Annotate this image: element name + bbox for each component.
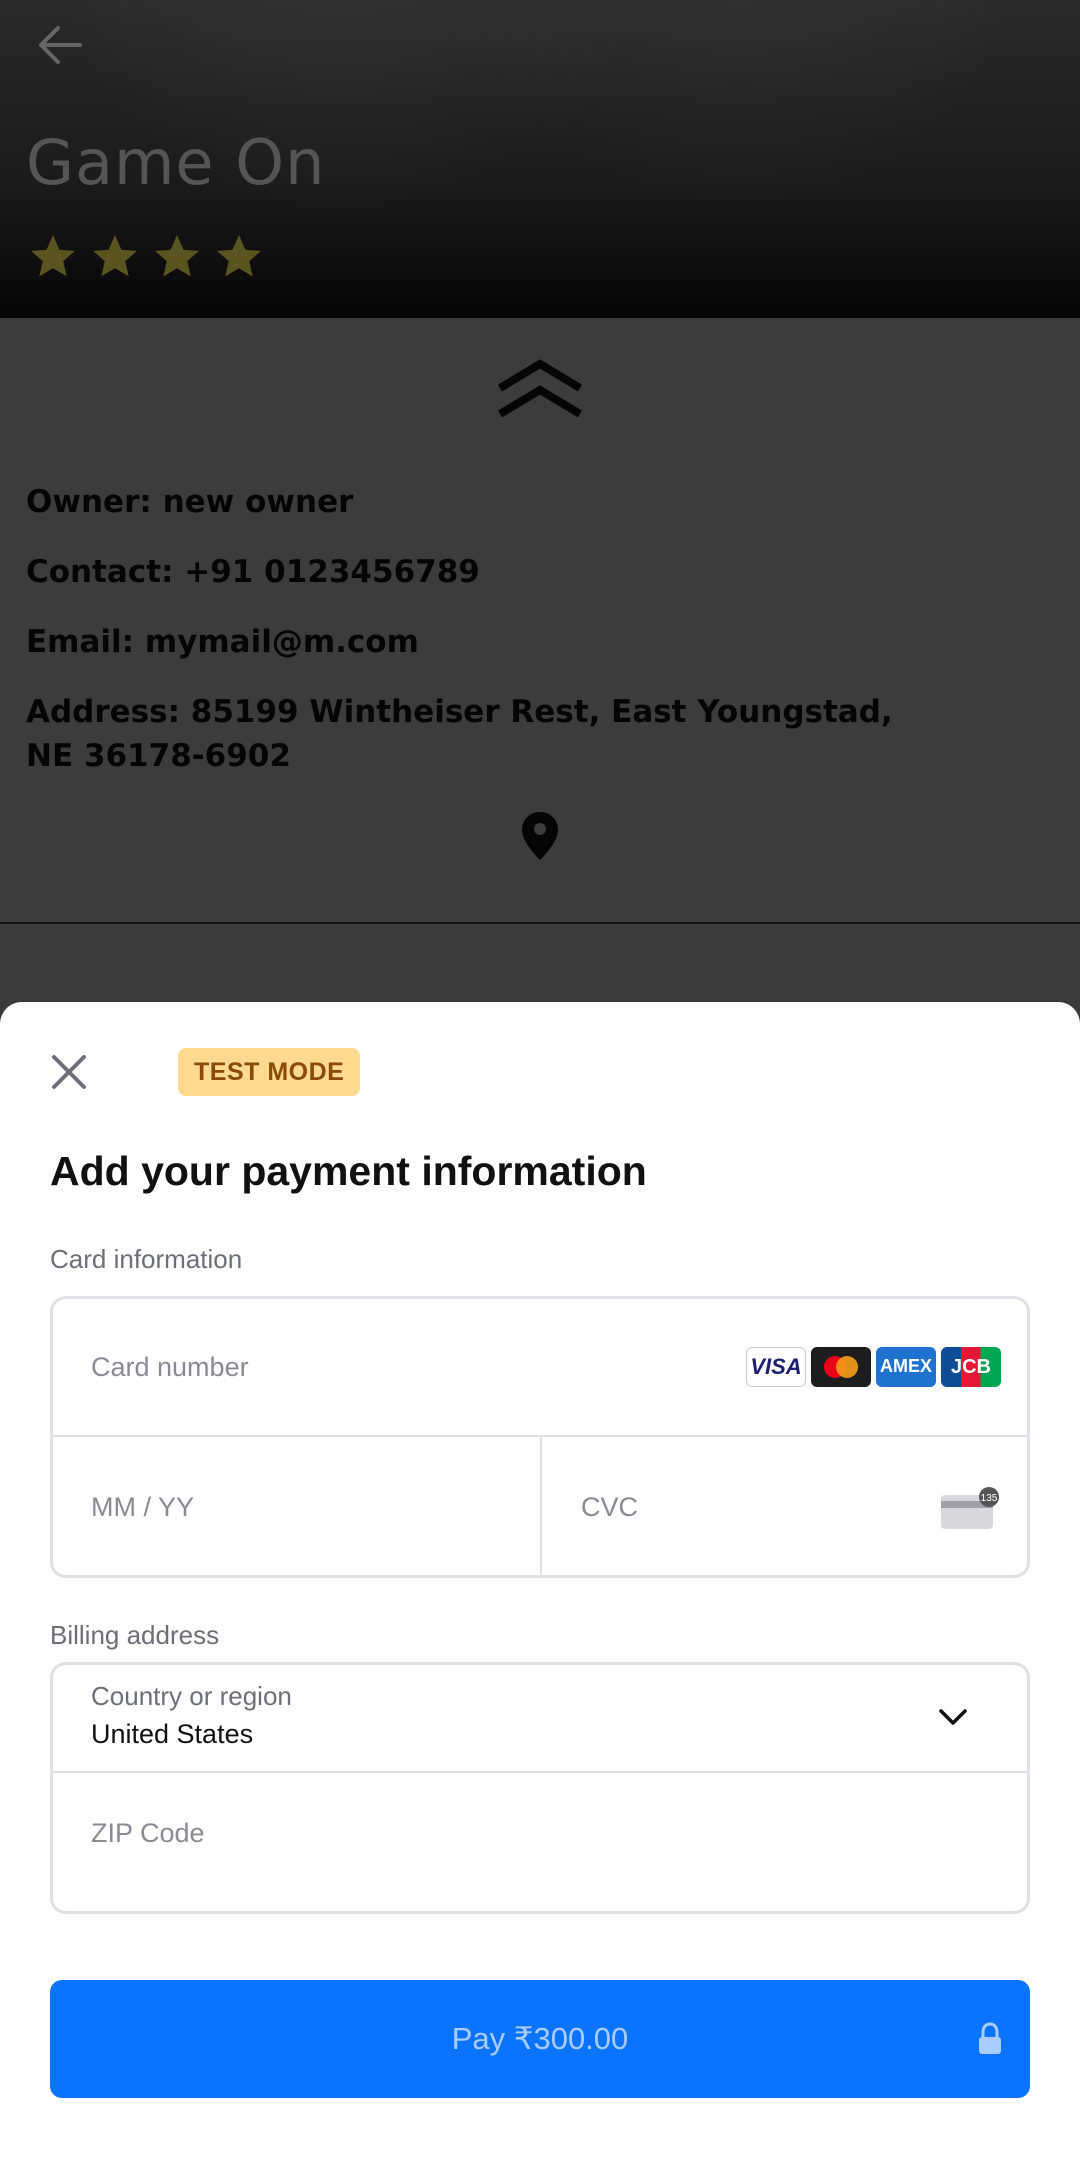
card-number-row: VISA AMEX JCB	[53, 1299, 1027, 1437]
cvc-hint-text: 135	[981, 1493, 998, 1504]
payment-sheet: TEST MODE Add your payment information C…	[0, 1002, 1080, 2176]
sheet-title: Add your payment information	[50, 1148, 647, 1194]
jcb-logo: JCB	[941, 1347, 1001, 1387]
venue-title: Game On	[26, 126, 326, 199]
close-icon[interactable]	[48, 1051, 90, 1093]
card-number-input[interactable]	[91, 1339, 731, 1395]
country-value: United States	[91, 1719, 254, 1749]
venue-details: Owner: new owner Contact: +91 0123456789…	[0, 318, 1080, 923]
lock-icon	[979, 2022, 1001, 2054]
billing-section-label: Billing address	[50, 1620, 220, 1650]
country-select[interactable]: Country or region United States	[53, 1665, 1027, 1773]
expiry-cell	[53, 1437, 542, 1575]
card-expiry-cvc-row: 135	[53, 1437, 1027, 1575]
rating-stars	[28, 232, 264, 282]
chevron-down-icon	[939, 1709, 967, 1725]
hero-header: Game On	[0, 0, 1080, 318]
pay-button[interactable]: Pay ₹300.00	[50, 1980, 1030, 2098]
star-icon	[31, 235, 75, 277]
country-label: Country or region	[91, 1681, 292, 1711]
back-arrow-icon[interactable]	[34, 22, 84, 68]
zip-code-input[interactable]	[91, 1803, 991, 1863]
expiry-input[interactable]	[91, 1479, 511, 1535]
visa-logo: VISA	[746, 1347, 806, 1387]
section-divider	[0, 922, 1080, 924]
cvc-card-icon: 135	[941, 1487, 999, 1529]
amex-logo: AMEX	[876, 1347, 936, 1387]
email-text: Email: mymail@m.com	[26, 624, 419, 660]
card-brand-logos: VISA AMEX JCB	[746, 1347, 1001, 1387]
billing-address-box: Country or region United States	[50, 1662, 1030, 1914]
card-info-box: VISA AMEX JCB 135	[50, 1296, 1030, 1578]
location-pin-icon[interactable]	[520, 810, 560, 862]
address-text: Address: 85199 Wintheiser Rest, East You…	[26, 694, 893, 774]
chevron-up-icon[interactable]	[496, 358, 584, 420]
star-icon	[217, 235, 261, 277]
cvc-input[interactable]	[581, 1479, 911, 1535]
star-icon	[155, 235, 199, 277]
test-mode-badge: TEST MODE	[178, 1048, 361, 1096]
pay-button-label: Pay ₹300.00	[451, 2021, 629, 2056]
owner-text: Owner: new owner	[26, 484, 354, 520]
contact-text: Contact: +91 0123456789	[26, 554, 480, 590]
card-section-label: Card information	[50, 1244, 243, 1274]
mastercard-logo	[811, 1347, 871, 1387]
star-icon	[93, 235, 137, 277]
